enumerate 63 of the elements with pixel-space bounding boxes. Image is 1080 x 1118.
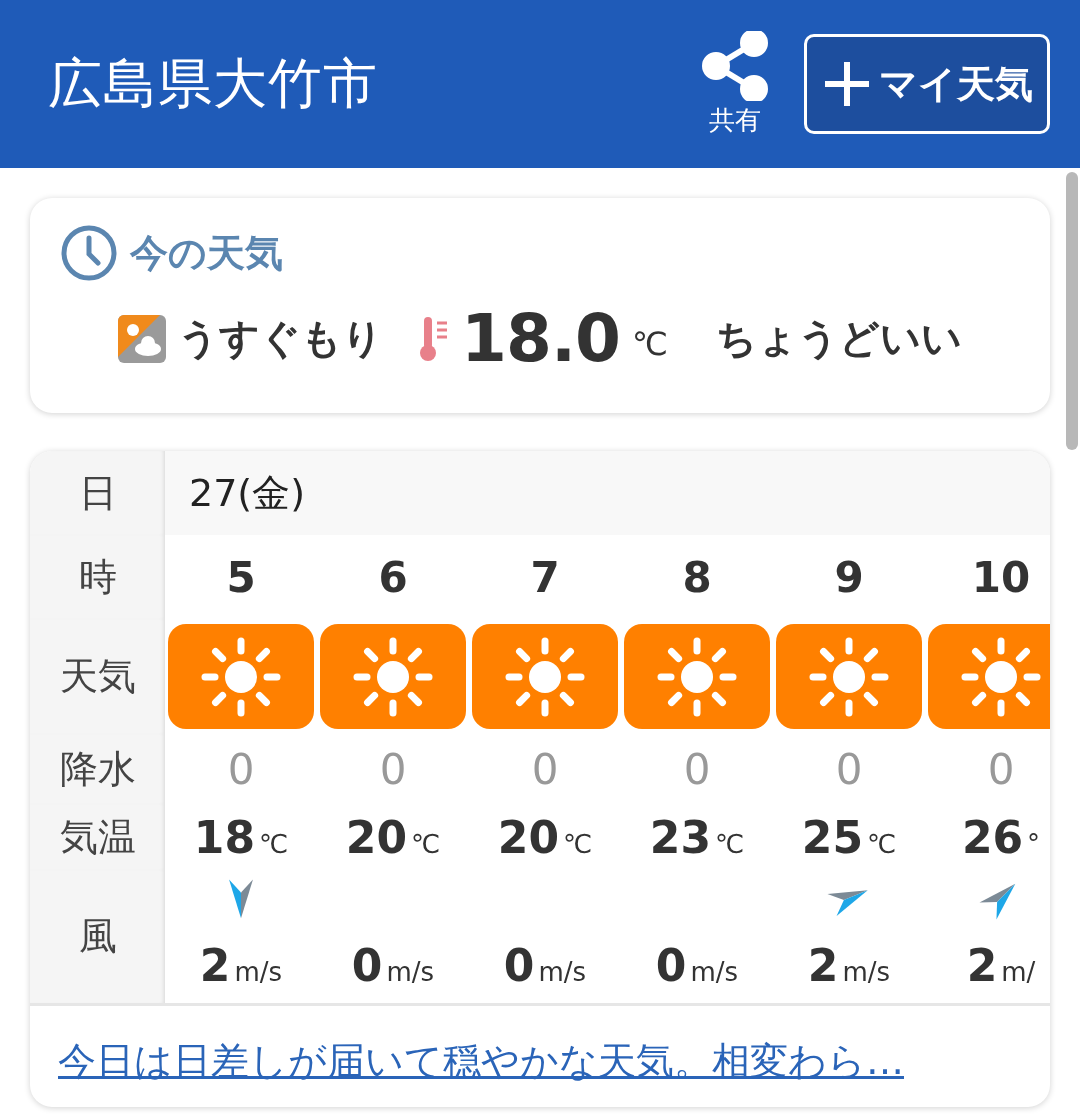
- temperature-value: 20: [345, 811, 407, 863]
- wind-speed-unit: m/s: [386, 957, 435, 987]
- scrollbar[interactable]: [1066, 172, 1078, 450]
- wind-speed-value: 2: [807, 940, 839, 991]
- date-cell: 27(金): [165, 451, 1050, 535]
- wind-label: 風: [78, 913, 117, 960]
- hour-text: 9: [834, 552, 864, 602]
- temperature-value: 26: [961, 811, 1024, 863]
- share-icon: [702, 30, 768, 101]
- precipitation-value: 0: [227, 744, 255, 794]
- precipitation-label: 降水: [59, 745, 136, 793]
- share-button[interactable]: 共有: [702, 30, 768, 138]
- hour-text: 10: [971, 552, 1031, 602]
- partly-cloudy-icon: [118, 314, 167, 363]
- hour-text: 8: [682, 552, 712, 602]
- wind-speed-unit: m/s: [842, 957, 891, 987]
- temperature-value: 25: [801, 811, 863, 863]
- wind-speed-value: 0: [351, 940, 383, 991]
- temperature-unit: ℃: [259, 828, 289, 859]
- precipitation-value: 0: [531, 744, 559, 794]
- page-title: 広島県大竹市: [48, 50, 379, 117]
- sun-icon: [352, 635, 434, 718]
- feeling-text: ちょうどいい: [715, 314, 962, 363]
- sun-icon: [200, 635, 282, 718]
- temperature-value: 23: [649, 811, 711, 863]
- temperature-unit: ℃: [715, 828, 745, 859]
- wind-speed-unit: m/s: [538, 957, 587, 987]
- temperature-value: 20: [497, 811, 559, 863]
- temperature-label: 気温: [59, 813, 136, 861]
- precipitation-value: 0: [683, 744, 711, 794]
- temperature-value: 18: [193, 811, 255, 863]
- weather-label: 天気: [59, 653, 136, 700]
- hour-text: 5: [226, 552, 256, 602]
- hour-label: 時: [78, 553, 117, 601]
- wind-speed-unit: m/s: [690, 957, 739, 987]
- sun-icon: [504, 635, 586, 718]
- precipitation-value: 0: [379, 744, 407, 794]
- temperature-unit: ℃: [411, 828, 441, 859]
- add-my-weather-button[interactable]: マイ天気: [804, 34, 1050, 134]
- clock-icon: [60, 224, 118, 282]
- sun-icon: [960, 635, 1042, 718]
- wind-speed-value: 2: [966, 940, 998, 991]
- temperature-unit: ℃: [563, 828, 593, 859]
- sun-icon: [808, 635, 890, 718]
- temperature-unit: ℃: [867, 828, 897, 859]
- wind-speed-value: 0: [655, 940, 687, 991]
- temperature-unit: °: [1027, 828, 1041, 859]
- precipitation-value: 0: [987, 744, 1015, 794]
- date-label: 日: [78, 469, 117, 517]
- wind-speed-unit: m/: [1001, 957, 1036, 987]
- wind-speed-value: 0: [503, 940, 535, 991]
- current-temperature: 18.0: [461, 300, 620, 377]
- current-weather-heading: 今の天気: [130, 229, 283, 277]
- temperature-unit: ℃: [631, 325, 668, 363]
- precipitation-value: 0: [835, 744, 863, 794]
- condition-text: うすぐもり: [178, 314, 384, 363]
- thermometer-icon: [419, 314, 450, 363]
- wind-speed-value: 2: [199, 940, 231, 991]
- hour-text: 7: [530, 552, 560, 602]
- forecast-summary-link[interactable]: 今日は日差しが届いて穏やかな天気。相変わら…: [58, 1039, 904, 1083]
- wind-speed-unit: m/s: [234, 957, 283, 987]
- hour-text: 6: [378, 552, 408, 602]
- sun-icon: [656, 635, 738, 718]
